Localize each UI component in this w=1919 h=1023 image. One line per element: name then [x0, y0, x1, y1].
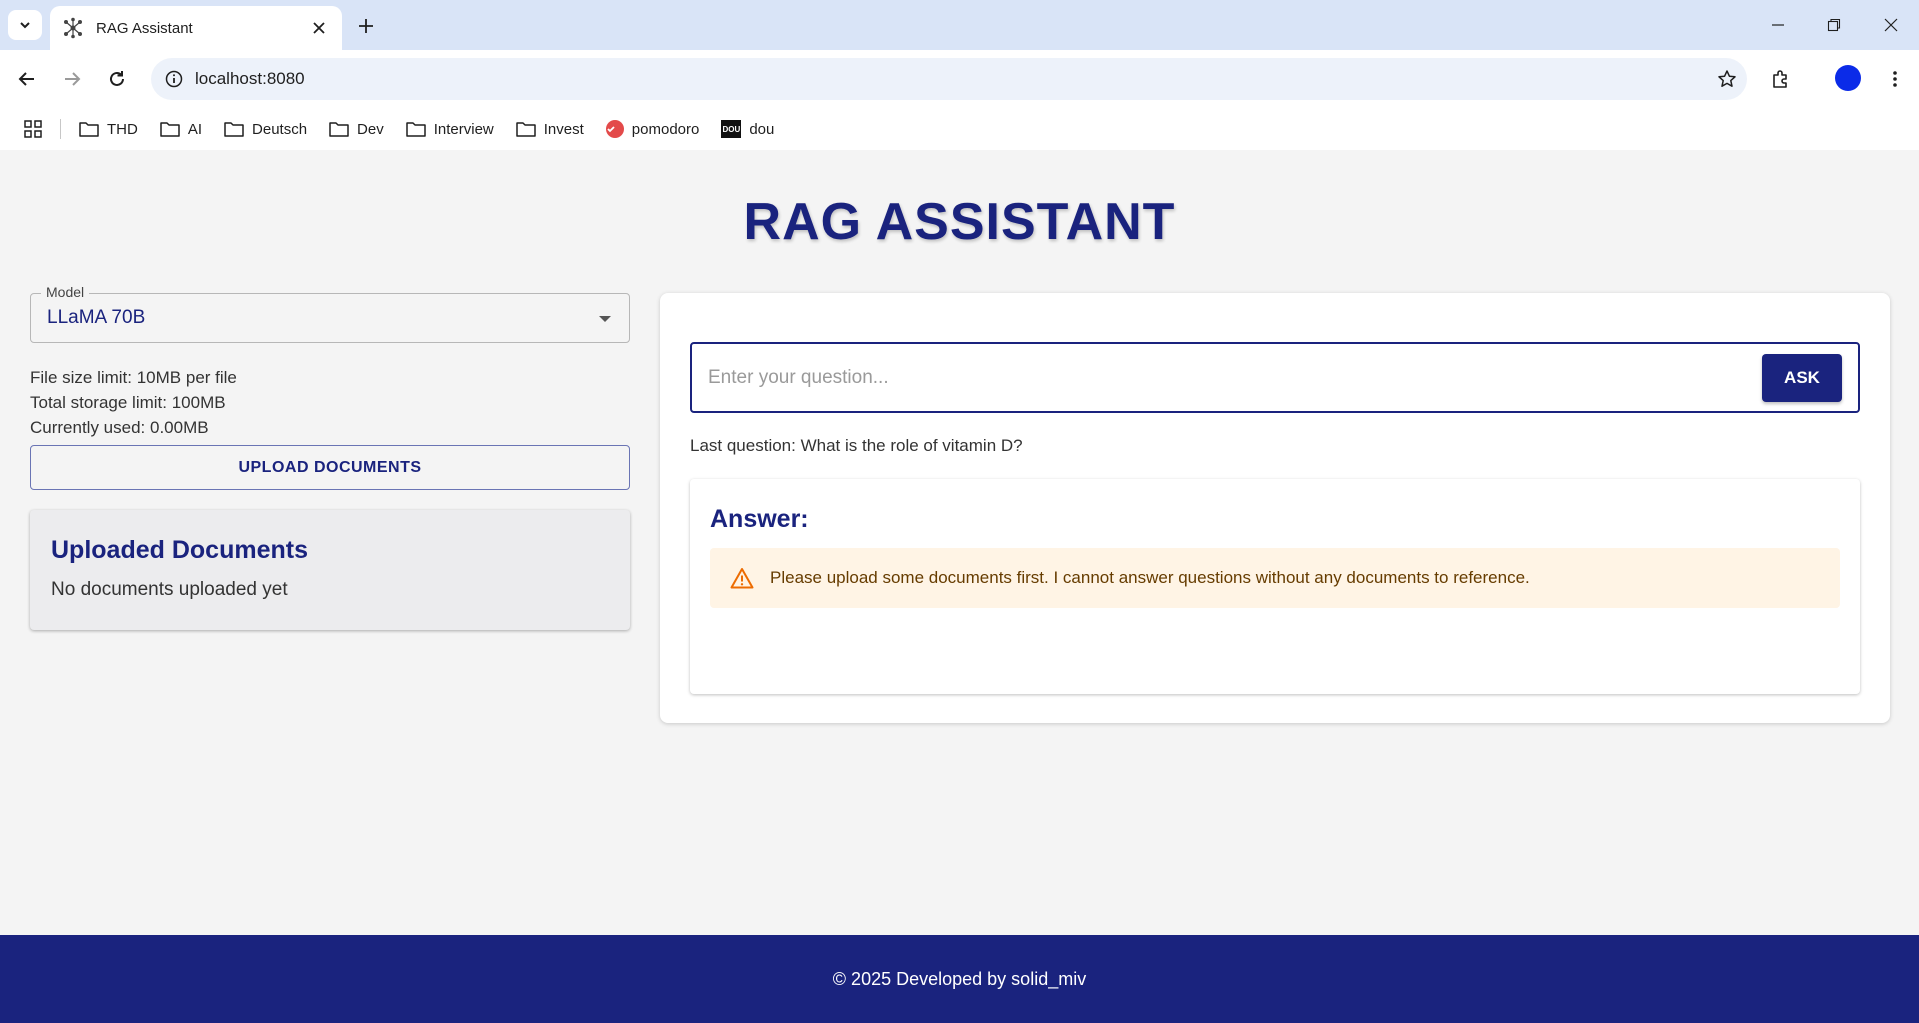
bookmark-label: Deutsch: [252, 120, 308, 138]
answer-card: Answer: Please upload some documents fir…: [690, 479, 1860, 694]
bookmark-invest[interactable]: Invest: [516, 121, 584, 138]
address-bar[interactable]: localhost:8080: [151, 58, 1747, 100]
profile-avatar[interactable]: [1835, 65, 1861, 91]
upload-documents-button[interactable]: UPLOAD DOCUMENTS: [30, 445, 630, 490]
browser-menu-button[interactable]: [1880, 62, 1910, 96]
warning-icon: [730, 567, 754, 589]
app-page: RAG ASSISTANT Model LLaMA 70B File size …: [0, 150, 1919, 935]
bookmark-label: Invest: [543, 120, 584, 138]
warning-text: Please upload some documents first. I ca…: [770, 568, 1530, 587]
bookmark-deutsch[interactable]: Deutsch: [224, 121, 307, 138]
bookmarks-bar: THD AI Deutsch Dev Interview Invest pomo…: [0, 108, 1919, 150]
uploaded-documents-title: Uploaded Documents: [51, 536, 308, 564]
apps-grid-icon: [24, 120, 42, 138]
total-storage-limit: Total storage limit: 100MB: [30, 393, 226, 412]
arrow-right-icon: [65, 72, 81, 86]
back-button[interactable]: [10, 62, 44, 96]
bookmark-interview[interactable]: Interview: [405, 120, 494, 138]
dou-icon: DOU: [721, 120, 742, 138]
bookmark-label: THD: [107, 120, 138, 138]
last-question-text: Last question: What is the role of vitam…: [690, 436, 1023, 455]
forward-button[interactable]: [55, 62, 89, 96]
question-input[interactable]: [708, 359, 1728, 397]
puzzle-icon: [1773, 70, 1787, 88]
storage-limits: File size limit: 10MB per file Total sto…: [30, 365, 237, 440]
answer-title: Answer:: [710, 505, 809, 533]
ask-button[interactable]: ASK: [1762, 354, 1842, 402]
bookmark-label: Interview: [433, 120, 494, 138]
new-tab-button[interactable]: [352, 12, 380, 40]
restore-button[interactable]: [1814, 10, 1854, 40]
bookmark-label: AI: [187, 120, 203, 138]
folder-icon: [79, 122, 99, 137]
close-window-button[interactable]: [1871, 10, 1911, 40]
close-icon: [313, 22, 325, 34]
bookmark-label: pomodoro: [631, 120, 700, 138]
bookmarks-separator: [60, 119, 61, 139]
arrow-left-icon: [18, 72, 34, 86]
bookmark-thd[interactable]: THD: [79, 121, 138, 138]
minimize-icon: [1772, 24, 1784, 26]
folder-icon: [516, 122, 536, 137]
tab-close-button[interactable]: [308, 17, 330, 39]
bookmark-star-button[interactable]: [1707, 69, 1747, 89]
restore-icon: [1827, 18, 1841, 32]
network-icon: [64, 17, 82, 39]
star-icon: [1718, 70, 1736, 87]
pomodoro-icon: [605, 120, 624, 138]
reload-icon: [110, 71, 124, 86]
tab-strip: RAG Assistant: [0, 0, 1919, 50]
plus-icon: [359, 19, 373, 33]
extensions-button[interactable]: [1764, 62, 1798, 96]
uploaded-documents-card: Uploaded Documents No documents uploaded…: [30, 510, 630, 630]
folder-icon: [160, 122, 180, 137]
folder-icon: [224, 122, 244, 137]
more-vert-icon: [1893, 71, 1897, 87]
bookmark-dev[interactable]: Dev: [329, 121, 384, 138]
question-panel: ASK Last question: What is the role of v…: [660, 293, 1890, 723]
browser-tab[interactable]: RAG Assistant: [50, 6, 342, 50]
folder-icon: [329, 122, 349, 137]
chevron-down-icon: [20, 22, 30, 29]
browser-toolbar: localhost:8080: [0, 50, 1919, 108]
bookmark-label: Dev: [357, 120, 384, 138]
footer: © 2025 Developed by solid_miv: [0, 935, 1919, 1023]
model-value: LLaMA 70B: [47, 307, 146, 328]
page-title: RAG ASSISTANT: [743, 193, 1176, 251]
folder-icon: [405, 122, 426, 137]
bookmark-ai[interactable]: AI: [160, 121, 202, 138]
tab-search-button[interactable]: [8, 10, 42, 40]
bookmark-dou[interactable]: DOU dou: [721, 120, 774, 138]
model-select[interactable]: Model LLaMA 70B: [30, 284, 630, 343]
question-field: ASK: [690, 342, 1860, 413]
bookmark-pomodoro[interactable]: pomodoro: [605, 120, 700, 138]
file-size-limit: File size limit: 10MB per file: [30, 368, 237, 387]
apps-button[interactable]: [20, 116, 46, 142]
url-text: localhost:8080: [195, 69, 305, 88]
model-label: Model: [41, 284, 90, 300]
no-documents-text: No documents uploaded yet: [51, 579, 288, 600]
bookmark-label: dou: [749, 120, 775, 138]
tab-title: RAG Assistant: [96, 19, 193, 37]
storage-used: Currently used: 0.00MB: [30, 418, 209, 437]
reload-button[interactable]: [100, 62, 134, 96]
site-info-icon: [165, 70, 183, 88]
minimize-button[interactable]: [1758, 10, 1798, 40]
footer-text: © 2025 Developed by solid_miv: [832, 968, 1087, 989]
close-icon: [1884, 18, 1898, 32]
warning-alert: Please upload some documents first. I ca…: [710, 548, 1840, 608]
dropdown-arrow-icon: [599, 316, 611, 322]
